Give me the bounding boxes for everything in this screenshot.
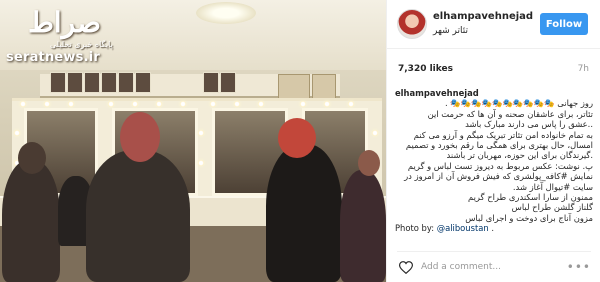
photo-bulb [324, 101, 330, 107]
post-timestamp[interactable]: 7h [578, 64, 589, 74]
photo-person [86, 150, 190, 282]
comment-divider [397, 251, 591, 252]
photo-person [266, 144, 342, 282]
post-username[interactable]: elhampavehnejad [433, 11, 533, 22]
likes-count[interactable]: 7,320 likes [398, 64, 453, 74]
more-options-icon[interactable]: ••• [567, 261, 591, 273]
photo-bulb [198, 160, 204, 166]
caption-line: روز جهانی 🎭🎭🎭🎭🎭🎭🎭🎭🎭🎭 . [445, 98, 593, 109]
photo-portrait [203, 72, 219, 93]
photo-bulb [300, 101, 306, 107]
photo-person [2, 160, 60, 282]
photo-portrait [135, 72, 151, 93]
avatar[interactable] [397, 9, 427, 39]
credit-mention-link[interactable]: @aliboustan [437, 223, 489, 233]
post-header: elhampavehnejad تئاتر شهر Follow [387, 0, 600, 48]
photo-portrait [220, 72, 236, 93]
caption-line: گلناز گلشن طراح لباس [511, 202, 593, 213]
photo-bulb [44, 101, 50, 107]
post-caption: elhampavehnejad روز جهانی 🎭🎭🎭🎭🎭🎭🎭🎭🎭🎭 . ت… [395, 88, 593, 248]
watermark-tagline: پایگاه خبری تحلیلی [50, 40, 113, 49]
photo-bulb [198, 130, 204, 136]
photo-bulb [132, 101, 138, 107]
photo-bulb [108, 101, 114, 107]
photo-person-head [120, 112, 160, 162]
photo-portrait [118, 72, 134, 93]
caption-line: .گیرندگان برای این حوزه، مهربان تر باشند [446, 150, 593, 161]
watermark-url: seratnews.ir [6, 50, 100, 65]
credit-suffix: . [488, 223, 495, 234]
caption-username[interactable]: elhampavehnejad [395, 88, 593, 98]
instagram-post: صراط پایگاه خبری تحلیلی seratnews.ir elh… [0, 0, 600, 282]
header-divider [387, 48, 600, 49]
photo-person-head [278, 118, 316, 158]
caption-line: ..عشق را پاس می دارند مبارک باشد [465, 119, 593, 130]
photo-person-head [358, 150, 380, 176]
photo-frame [312, 74, 336, 100]
photo-bulb [258, 101, 264, 107]
photo-portrait [67, 72, 83, 93]
comment-input[interactable] [421, 258, 571, 276]
caption-line: ممنون از سارا اسکندری طراح گریم [468, 192, 593, 203]
post-photo[interactable]: صراط پایگاه خبری تحلیلی seratnews.ir [0, 0, 386, 282]
caption-line: مزون آناج برای دوخت و اجرای لباس [465, 212, 593, 223]
seratnews-watermark: صراط پایگاه خبری تحلیلی seratnews.ir [6, 4, 156, 66]
credit-prefix: Photo by: [395, 223, 437, 234]
photo-bulb [14, 130, 20, 136]
caption-line: سایت #تیوال آغاز شد. [512, 181, 593, 192]
photo-bulb [348, 101, 354, 107]
caption-line: به تمام خانواده امن تئاتر تبریک میگم و آ… [413, 129, 593, 140]
post-location[interactable]: تئاتر شهر [433, 26, 468, 36]
caption-line: امسال، حال بهتری برای همگی ما رقم بخورد … [405, 140, 593, 151]
photo-frame [278, 74, 310, 100]
caption-photo-credit: Photo by: @aliboustan . [395, 223, 593, 233]
caption-line: پ. نوشت: عکس مربوط به دیروز تست لباس و گ… [407, 160, 593, 171]
photo-ceiling-lamp [196, 2, 256, 24]
photo-bulb [234, 101, 240, 107]
photo-person [340, 170, 386, 282]
photo-bulb [180, 101, 186, 107]
watermark-brand: صراط [28, 6, 101, 39]
photo-bulb [68, 101, 74, 107]
photo-bulb [156, 101, 162, 107]
caption-line: تئاتر، برای عاشقان صحنه و آن ها که حرمت … [427, 108, 593, 119]
photo-portrait [101, 72, 117, 93]
photo-person-head [18, 142, 46, 174]
caption-line: نمایش #کافه_پولشری که فیش فروش آن از امر… [404, 171, 593, 182]
photo-bulb [210, 101, 216, 107]
photo-bulb [20, 101, 26, 107]
post-side-panel: elhampavehnejad تئاتر شهر Follow 7,320 l… [386, 0, 600, 282]
photo-portrait [84, 72, 100, 93]
follow-button[interactable]: Follow [540, 13, 588, 35]
heart-icon[interactable] [399, 261, 413, 274]
photo-portrait [50, 72, 66, 93]
photo-bulb [372, 130, 378, 136]
